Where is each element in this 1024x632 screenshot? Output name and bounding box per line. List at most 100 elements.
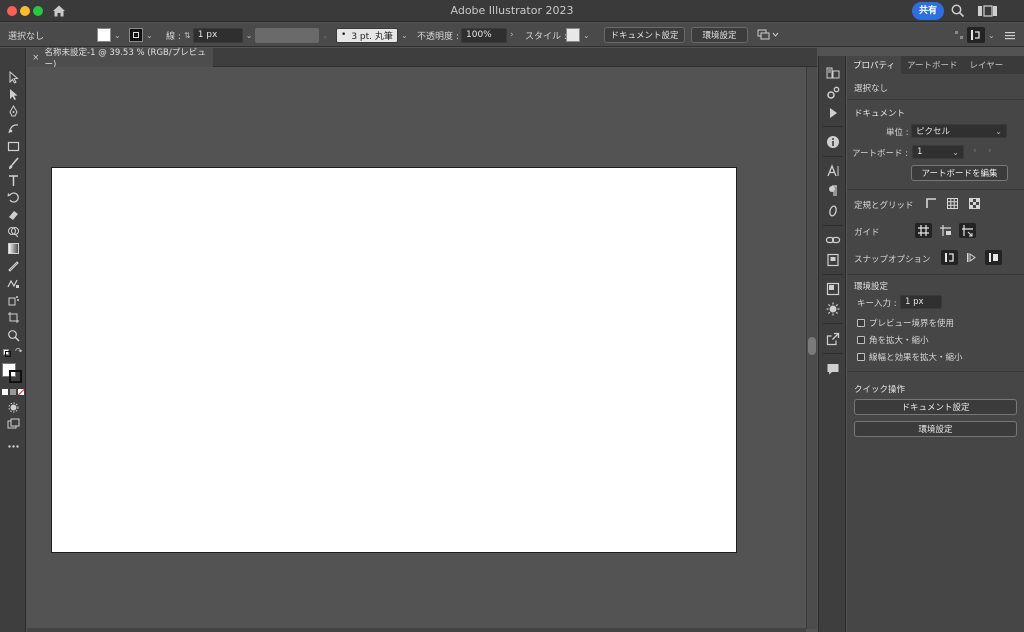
chevron-down-icon[interactable]: ⌄ [583,31,590,40]
transform-icon[interactable] [825,281,841,297]
quick-document-setup-button[interactable]: ドキュメント設定 [854,399,1017,415]
tab-artboards[interactable]: アートボード [901,56,964,74]
use-preview-bounds-checkbox[interactable]: プレビュー境界を使用 [857,317,954,329]
links-icon[interactable] [825,232,841,248]
stroke-weight-input[interactable]: 1 px [192,27,243,43]
pen-tool-icon[interactable] [4,104,22,119]
none-mode-button[interactable] [18,389,24,395]
chevron-down-icon[interactable]: ⌄ [146,31,153,40]
snap-to-pixel-icon[interactable] [967,27,985,43]
variable-width-profile[interactable]: ⌄ [255,23,329,47]
chevron-down-icon[interactable]: ⌄ [322,31,329,40]
transparency-grid-icon[interactable] [966,196,983,211]
eyedropper-tool-icon[interactable] [4,259,22,274]
scale-strokes-effects-checkbox[interactable]: 線幅と効果を拡大・縮小 [857,351,963,363]
stroke-swatch[interactable] [129,28,143,42]
arrange-documents-icon[interactable] [757,23,779,47]
lock-guides-icon[interactable] [937,223,954,238]
chevron-right-icon[interactable]: › [510,30,514,40]
gradient-tool-icon[interactable] [4,241,22,256]
color-mode-button[interactable] [2,389,8,395]
close-icon[interactable]: × [27,53,45,63]
horizontal-scrollbar[interactable] [27,628,806,632]
default-fill-stroke-icon[interactable] [3,349,11,357]
blend-tool-icon[interactable] [4,276,22,291]
chevron-down-icon[interactable]: ⌄ [988,31,995,40]
search-icon[interactable] [950,3,966,19]
draw-mode-icon[interactable] [4,400,22,415]
shape-builder-tool-icon[interactable] [4,224,22,239]
canvas[interactable] [27,67,806,629]
character-icon[interactable] [825,163,841,179]
vertical-scrollbar[interactable] [806,67,817,629]
opentype-icon[interactable] [825,203,841,219]
artboard-select[interactable]: 1 ⌄ [912,145,964,159]
graphic-style-control[interactable]: ⌄ [566,23,590,47]
artboard-tool-icon[interactable] [4,310,22,325]
next-artboard-icon[interactable]: › [988,146,992,156]
gears-icon[interactable] [825,85,841,101]
artboard[interactable] [51,167,737,553]
checkbox[interactable] [857,353,865,361]
snap-to-point-icon[interactable] [941,250,958,265]
workspace-switcher-icon[interactable] [976,3,1002,19]
paragraph-icon[interactable] [825,183,841,199]
selection-tool-icon[interactable] [4,70,22,85]
chevron-down-icon[interactable]: ⌄ [114,31,121,40]
edit-toolbar-icon[interactable] [4,439,22,454]
swap-fill-stroke-icon[interactable]: ↷ [15,348,24,357]
eraser-tool-icon[interactable] [4,207,22,222]
smart-guides-icon[interactable] [959,223,976,238]
graphic-style-swatch[interactable] [566,28,580,42]
width-profile-preview[interactable] [255,27,319,43]
comments-icon[interactable] [825,361,841,377]
tab-properties[interactable]: プロパティ [847,56,901,74]
scale-corners-checkbox[interactable]: 角を拡大・縮小 [857,334,929,346]
panel-menu-icon[interactable] [1005,23,1015,47]
appearance-icon[interactable] [825,301,841,317]
show-guides-icon[interactable] [915,223,932,238]
direct-selection-tool-icon[interactable] [4,87,22,102]
stepper-arrows-icon[interactable]: ⇅ [184,31,191,40]
snap-to-pixel-icon[interactable] [985,250,1002,265]
previous-artboard-icon[interactable]: ‹ [973,146,977,156]
fill-swatch[interactable] [97,28,111,42]
paintbrush-tool-icon[interactable] [4,156,22,171]
quick-preferences-button[interactable]: 環境設定 [854,421,1017,437]
checkbox[interactable] [857,319,865,327]
curvature-tool-icon[interactable] [4,121,22,136]
tab-layers[interactable]: レイヤー [964,56,1010,74]
stroke-weight-stepper[interactable]: ⇅ 1 px ⌄ [184,23,252,47]
brush-definition[interactable]: • 3 pt. 丸筆 ⌄ [336,23,408,47]
snap-to-grid-icon[interactable] [963,250,980,265]
gradient-mode-button[interactable] [10,389,16,395]
checkbox[interactable] [857,336,865,344]
scrollbar-thumb[interactable] [808,337,816,355]
key-increment-input[interactable]: 1 px [900,295,942,309]
screen-mode-icon[interactable] [4,417,22,432]
info-icon[interactable] [825,134,841,150]
chevron-down-icon[interactable]: ⌄ [401,31,408,40]
opacity-control[interactable]: 100% › [461,23,514,47]
align-icon[interactable] [954,23,964,47]
units-select[interactable]: ピクセル ⌄ [911,124,1007,138]
type-tool-icon[interactable] [4,173,22,188]
stroke-control[interactable]: ⌄ [129,23,153,47]
opacity-input[interactable]: 100% [461,27,507,43]
rotate-tool-icon[interactable] [4,190,22,205]
stroke-color-swatch[interactable] [9,370,22,383]
asset-export-icon[interactable] [825,252,841,268]
edit-artboards-button[interactable]: アートボードを編集 [911,165,1008,181]
rectangle-tool-icon[interactable] [4,139,22,154]
symbol-sprayer-tool-icon[interactable] [4,293,22,308]
share-button[interactable]: 共有 [912,2,944,20]
document-setup-button[interactable]: ドキュメント設定 [604,27,685,43]
fill-control[interactable]: ⌄ [97,23,121,47]
preferences-button[interactable]: 環境設定 [691,27,748,43]
actions-play-icon[interactable] [825,105,841,121]
grid-icon[interactable] [944,196,961,211]
zoom-tool-icon[interactable] [4,328,22,343]
ruler-icon[interactable] [923,196,940,211]
export-icon[interactable] [825,331,841,347]
libraries-icon[interactable] [825,65,841,81]
